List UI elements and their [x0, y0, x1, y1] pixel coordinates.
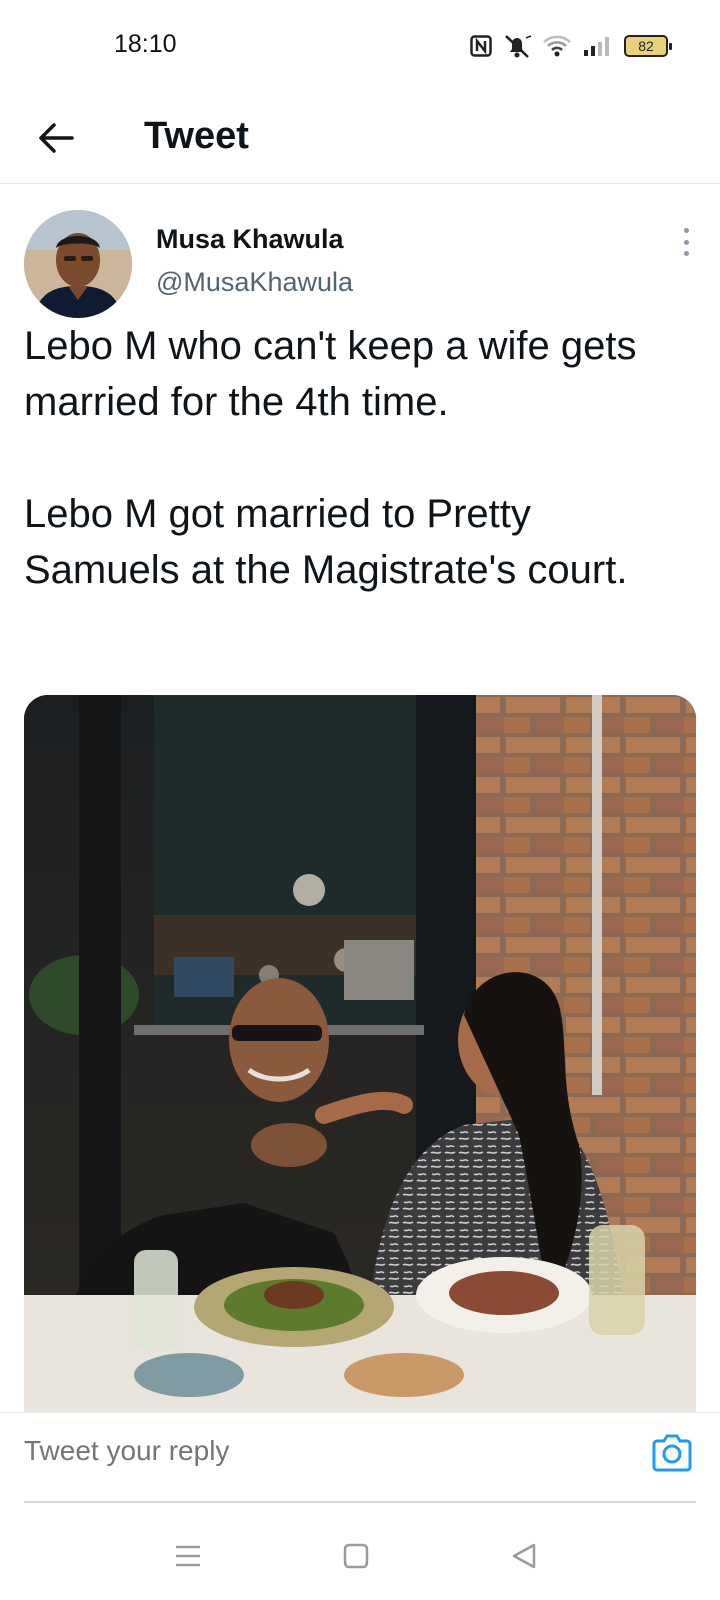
- system-back-button[interactable]: [504, 1536, 544, 1576]
- author-handle[interactable]: @MusaKhawula: [156, 267, 353, 298]
- battery-indicator: 82: [624, 35, 672, 57]
- reply-bar: [0, 1412, 720, 1498]
- status-time: 18:10: [114, 30, 177, 58]
- camera-button[interactable]: [650, 1431, 694, 1475]
- top-app-bar: Tweet: [0, 92, 720, 184]
- recent-apps-button[interactable]: [168, 1536, 208, 1576]
- nfc-icon: [470, 35, 492, 57]
- status-icons: 82: [470, 32, 672, 60]
- more-vertical-icon: [683, 228, 689, 233]
- wifi-icon: [542, 34, 572, 58]
- mute-icon: [502, 33, 532, 59]
- signal-icon: [582, 35, 614, 57]
- reply-input[interactable]: [24, 1435, 584, 1467]
- reply-divider: [24, 1501, 696, 1503]
- tweet-paragraph: Lebo M who can't keep a wife gets marrie…: [24, 324, 648, 424]
- avatar[interactable]: [24, 210, 132, 318]
- status-bar: 18:10 82: [0, 0, 720, 92]
- more-options-button[interactable]: [676, 224, 696, 260]
- tweet-photo[interactable]: [24, 695, 696, 1415]
- tweet-author: Musa Khawula @MusaKhawula: [24, 210, 696, 320]
- camera-icon: [652, 1434, 692, 1472]
- system-nav-bar: [0, 1508, 720, 1600]
- author-name[interactable]: Musa Khawula: [156, 224, 344, 255]
- page-title: Tweet: [144, 115, 249, 157]
- tweet-paragraph: Lebo M got married to Pretty Samuels at …: [24, 492, 628, 592]
- back-triangle-icon: [512, 1543, 536, 1569]
- tweet-text: Lebo M who can't keep a wife gets marrie…: [24, 318, 696, 598]
- home-button[interactable]: [336, 1536, 376, 1576]
- back-button[interactable]: [32, 114, 80, 162]
- menu-icon: [176, 1545, 200, 1567]
- home-square-icon: [343, 1543, 369, 1569]
- back-arrow-icon: [39, 123, 74, 153]
